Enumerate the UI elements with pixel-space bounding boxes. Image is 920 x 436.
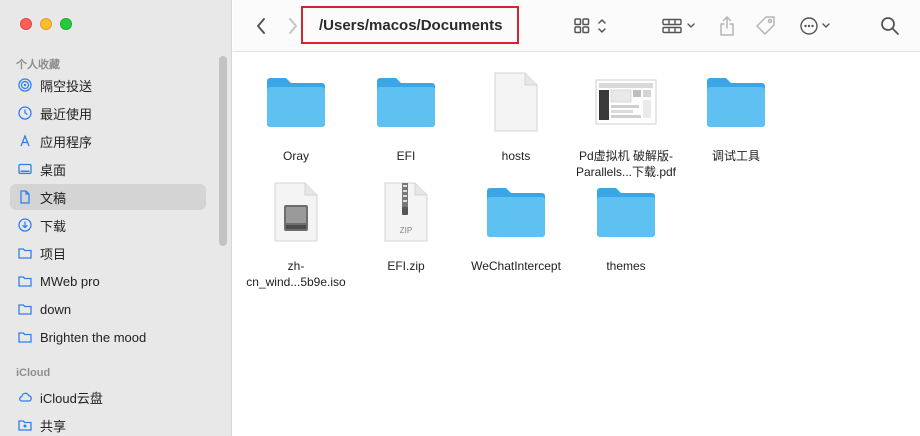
file-item-debug-tools[interactable]: 调试工具 — [681, 70, 791, 164]
sidebar-item-label: 项目 — [40, 246, 67, 262]
pdf-thumbnail-icon — [594, 70, 658, 134]
view-grid-icon — [572, 17, 610, 35]
sidebar-item-label: Brighten the mood — [40, 329, 147, 345]
folder-icon — [374, 70, 438, 134]
document-icon — [484, 70, 548, 134]
window-controls — [20, 18, 72, 30]
sidebar-item-label: 共享 — [40, 418, 67, 434]
sidebar-item-label: 应用程序 — [40, 134, 93, 150]
sidebar-item-downloads[interactable]: 下载 — [10, 212, 206, 238]
share-icon — [718, 15, 736, 37]
view-mode-button[interactable] — [571, 14, 611, 38]
sidebar-item-airdrop[interactable]: 隔空投送 — [10, 72, 206, 98]
shared-folder-icon — [18, 418, 32, 432]
file-item-hosts[interactable]: hosts — [461, 70, 571, 164]
sidebar-item-recents[interactable]: 最近使用 — [10, 100, 206, 126]
file-grid: Oray EFI hosts Pd虚拟机 破解版- Parallels...下载… — [233, 52, 920, 436]
folder-icon — [704, 70, 768, 134]
cloud-icon — [18, 390, 32, 404]
sidebar-item-label: 文稿 — [40, 190, 67, 206]
group-icon — [660, 17, 698, 35]
sidebar-item-label: MWeb pro — [40, 273, 100, 289]
favorites-header: 个人收藏 — [16, 59, 60, 71]
disk-image-icon — [264, 180, 328, 244]
close-button[interactable] — [20, 18, 32, 30]
file-item-wechatintercept[interactable]: WeChatIntercept — [461, 180, 571, 274]
tag-button[interactable] — [753, 14, 779, 38]
more-actions-button[interactable] — [797, 14, 837, 38]
clock-icon — [18, 106, 32, 120]
file-item-efi[interactable]: EFI — [351, 70, 461, 164]
zip-badge: ZIP — [399, 226, 413, 235]
airdrop-icon — [18, 78, 32, 92]
sidebar-item-documents[interactable]: 文稿 — [10, 184, 206, 210]
file-name: WeChatIntercept — [471, 259, 561, 273]
file-item-pdf[interactable]: Pd虚拟机 破解版- Parallels...下载.pdf — [571, 70, 681, 180]
file-name: 调试工具 — [711, 149, 760, 163]
back-button[interactable] — [251, 14, 271, 38]
document-icon — [18, 190, 32, 204]
file-name: zh- cn_wind...5b9e.iso — [246, 259, 346, 289]
file-item-oray[interactable]: Oray — [241, 70, 351, 164]
zoom-button[interactable] — [60, 18, 72, 30]
sidebar-item-shared[interactable]: 共享 — [10, 412, 206, 436]
share-button[interactable] — [717, 14, 737, 38]
download-icon — [18, 218, 32, 232]
icloud-header: iCloud — [16, 367, 51, 379]
forward-icon — [287, 17, 299, 35]
file-item-themes[interactable]: themes — [571, 180, 681, 274]
file-item-efi-zip[interactable]: ZIP EFI.zip — [351, 180, 461, 274]
file-name: themes — [606, 259, 646, 273]
minimize-button[interactable] — [40, 18, 52, 30]
sidebar-item-label: 最近使用 — [40, 106, 93, 122]
sidebar-item-projects[interactable]: 项目 — [10, 240, 206, 266]
sidebar-item-applications[interactable]: 应用程序 — [10, 128, 206, 154]
file-name: Pd虚拟机 破解版- Parallels...下载.pdf — [575, 149, 677, 179]
applications-icon — [18, 134, 32, 148]
sidebar-item-brighten-the-mood[interactable]: Brighten the mood — [10, 324, 206, 350]
sidebar-item-icloud-drive[interactable]: iCloud云盘 — [10, 384, 206, 410]
tag-icon — [755, 15, 777, 37]
file-name: hosts — [501, 149, 531, 163]
sidebar-item-label: 桌面 — [40, 162, 67, 178]
more-icon — [798, 15, 836, 37]
file-name: EFI — [396, 149, 416, 163]
sidebar-item-label: down — [40, 301, 72, 317]
forward-button[interactable] — [285, 14, 301, 38]
file-name: EFI.zip — [387, 259, 425, 273]
folder-icon — [594, 180, 658, 244]
file-item-iso[interactable]: zh- cn_wind...5b9e.iso — [241, 180, 351, 290]
group-button[interactable] — [659, 14, 699, 38]
desktop-icon — [18, 162, 32, 176]
file-name: Oray — [282, 149, 309, 163]
folder-icon — [18, 274, 32, 288]
path-bar: /Users/macos/Documents — [301, 6, 519, 44]
folder-icon — [484, 180, 548, 244]
sidebar: 个人收藏 隔空投送 最近使用 应用程序 桌面 文稿 下载 项目 MWeb pro… — [0, 0, 232, 436]
sidebar-item-label: iCloud云盘 — [40, 390, 103, 406]
folder-icon — [18, 302, 32, 316]
back-icon — [255, 17, 267, 35]
search-button[interactable] — [879, 14, 901, 38]
sidebar-item-down[interactable]: down — [10, 296, 206, 322]
sidebar-item-mweb-pro[interactable]: MWeb pro — [10, 268, 206, 294]
sidebar-item-label: 下载 — [40, 218, 67, 234]
toolbar: /Users/macos/Documents — [233, 0, 920, 52]
finder-window: 个人收藏 隔空投送 最近使用 应用程序 桌面 文稿 下载 项目 MWeb pro… — [0, 0, 920, 436]
sidebar-item-desktop[interactable]: 桌面 — [10, 156, 206, 182]
folder-icon — [18, 246, 32, 260]
folder-icon — [18, 330, 32, 344]
sidebar-scrollbar[interactable] — [219, 56, 227, 246]
search-icon — [880, 16, 900, 36]
sidebar-item-label: 隔空投送 — [40, 78, 93, 94]
folder-icon — [264, 70, 328, 134]
